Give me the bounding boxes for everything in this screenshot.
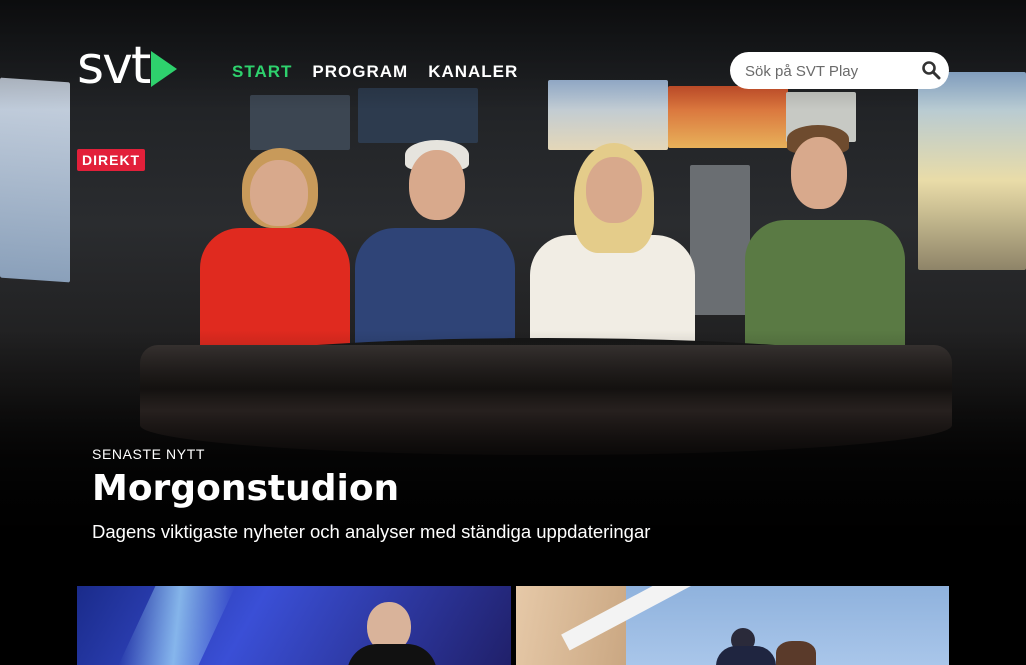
- nav-kanaler[interactable]: KANALER: [428, 62, 518, 82]
- search-input[interactable]: [743, 60, 917, 82]
- nav-start[interactable]: START: [232, 62, 292, 82]
- svt-play-logo[interactable]: svt: [77, 36, 178, 96]
- live-badge: DIREKT: [77, 149, 146, 171]
- hero-kicker: SENASTE NYTT: [92, 446, 205, 462]
- logo-text: svt: [77, 36, 151, 96]
- content-card[interactable]: [516, 586, 949, 665]
- play-triangle-icon: [151, 51, 178, 87]
- main-nav: START PROGRAM KANALER: [232, 62, 518, 82]
- content-card[interactable]: [77, 586, 511, 665]
- nav-program[interactable]: PROGRAM: [312, 62, 408, 82]
- search-box: [730, 52, 949, 89]
- hero-description: Dagens viktigaste nyheter och analyser m…: [92, 521, 651, 542]
- search-icon[interactable]: [921, 60, 941, 80]
- hero-title[interactable]: Morgonstudion: [92, 468, 399, 509]
